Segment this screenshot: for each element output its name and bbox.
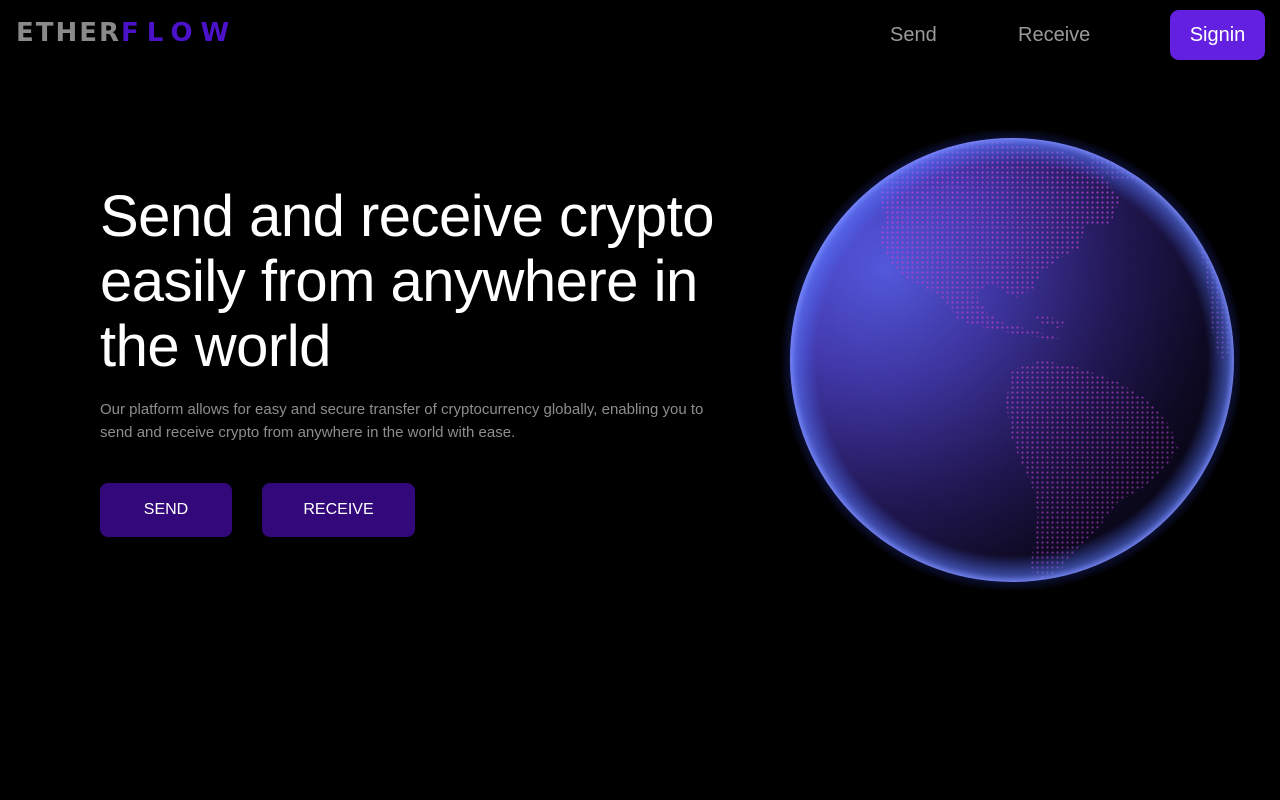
hero-title: Send and receive crypto easily from anyw…	[100, 184, 714, 379]
globe-illustration	[780, 130, 1240, 590]
top-navbar: ETHER FLOW Send Receive Signin	[0, 0, 1280, 70]
send-button[interactable]: SEND	[100, 483, 232, 537]
logo-text-ether: ETHER	[16, 18, 122, 48]
hero-subtitle: Our platform allows for easy and secure …	[100, 401, 704, 441]
globe-icon	[780, 130, 1240, 590]
receive-button[interactable]: RECEIVE	[262, 483, 415, 537]
nav-link-receive[interactable]: Receive	[1018, 22, 1090, 48]
nav-link-send[interactable]: Send	[890, 22, 937, 48]
brand-logo[interactable]: ETHER FLOW	[16, 16, 237, 50]
signin-button[interactable]: Signin	[1170, 10, 1265, 60]
logo-text-flow: FLOW	[121, 18, 238, 48]
